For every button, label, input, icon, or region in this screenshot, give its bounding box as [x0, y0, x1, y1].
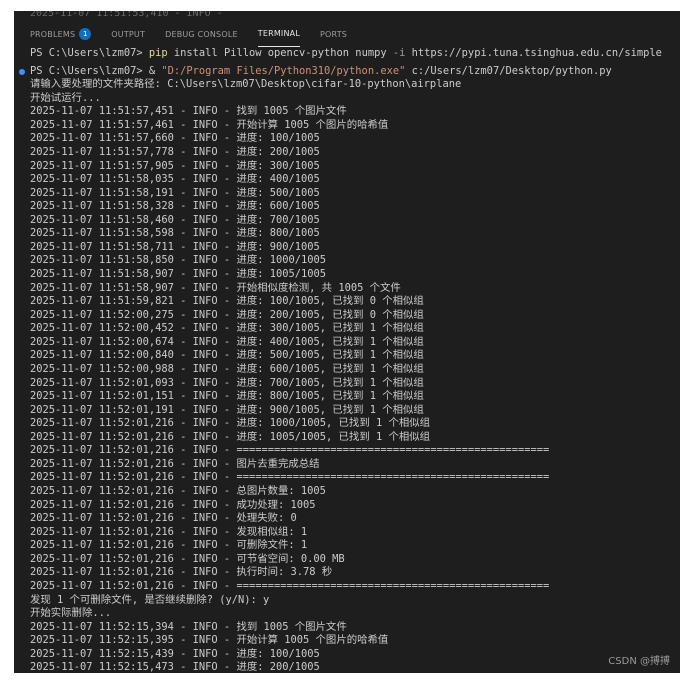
- terminal-line: 2025-11-07 11:51:58,460 - INFO - 进度: 700…: [30, 213, 320, 226]
- pip-command-line: PS C:\Users\lzm07> pip install Pillow op…: [14, 47, 680, 61]
- terminal-line: 2025-11-07 11:51:58,850 - INFO - 进度: 100…: [30, 254, 327, 267]
- terminal-line: 2025-11-07 11:52:01,216 - INFO - 成功处理: 1…: [30, 498, 316, 511]
- tab-terminal[interactable]: TERMINAL: [257, 21, 301, 47]
- terminal-line: 2025-11-07 11:51:58,035 - INFO - 进度: 400…: [30, 173, 320, 186]
- clipped-previous-output: 2025-11-07 11:51:53,410 - INFO -: [30, 11, 223, 19]
- terminal-line: 2025-11-07 11:52:00,452 - INFO - 进度: 300…: [30, 322, 424, 335]
- terminal-line: 2025-11-07 11:52:01,216 - INFO - 执行时间: 3…: [30, 566, 333, 579]
- terminal-line: 请输入要处理的文件夹路径: C:\Users\lzm07\Desktop\cif…: [30, 78, 462, 91]
- terminal-line: 2025-11-07 11:52:01,216 - INFO - 进度: 100…: [30, 417, 431, 430]
- terminal-line: 2025-11-07 11:52:00,840 - INFO - 进度: 500…: [30, 349, 424, 362]
- terminal-line: 2025-11-07 11:51:57,905 - INFO - 进度: 300…: [30, 159, 320, 172]
- tab-ports-label: PORTS: [320, 29, 348, 39]
- terminal-line: 2025-11-07 11:52:15,394 - INFO - 找到 1005…: [30, 620, 347, 633]
- script-path: c:/Users/lzm07/Desktop/python.py: [405, 64, 612, 77]
- terminal-line: 2025-11-07 11:52:01,216 - INFO - 可删除文件: …: [30, 539, 308, 552]
- command-args: install Pillow opencv-python numpy: [167, 47, 393, 59]
- terminal-line: 2025-11-07 11:51:58,191 - INFO - 进度: 500…: [30, 186, 320, 199]
- terminal-line: 2025-11-07 11:52:01,093 - INFO - 进度: 700…: [30, 376, 424, 389]
- terminal-line: 2025-11-07 11:51:58,711 - INFO - 进度: 900…: [30, 240, 320, 253]
- run-command-line: PS C:\Users\lzm07> & "D:/Program Files/P…: [14, 65, 680, 79]
- tab-problems[interactable]: PROBLEMS 1: [30, 21, 92, 47]
- terminal-line: 2025-11-07 11:52:00,674 - INFO - 进度: 400…: [30, 335, 424, 348]
- terminal-line: 开始实际删除...: [30, 607, 112, 620]
- tab-output-label: OUTPUT: [111, 29, 146, 39]
- tab-output[interactable]: OUTPUT: [111, 21, 145, 47]
- terminal-line: 2025-11-07 11:52:01,216 - INFO - 发现相似组: …: [30, 525, 308, 538]
- terminal-line: 2025-11-07 11:51:58,907 - INFO - 开始相似度检测…: [30, 281, 401, 294]
- prompt: PS C:\Users\lzm07>: [30, 64, 149, 77]
- terminal-line: 2025-11-07 11:52:01,216 - INFO - 进度: 100…: [30, 430, 431, 443]
- tab-debug-console[interactable]: DEBUG CONSOLE: [165, 21, 238, 47]
- tab-debug-console-label: DEBUG CONSOLE: [165, 29, 238, 39]
- terminal-line: 2025-11-07 11:51:57,461 - INFO - 开始计算 10…: [30, 118, 389, 131]
- terminal-line: 开始试运行...: [30, 91, 101, 104]
- terminal-output[interactable]: PS C:\Users\lzm07> pip install Pillow op…: [14, 47, 680, 673]
- command-status-dot-icon[interactable]: [19, 68, 25, 75]
- terminal-line: 2025-11-07 11:52:01,216 - INFO - =======…: [30, 471, 550, 484]
- terminal-line: 2025-11-07 11:52:15,395 - INFO - 开始计算 10…: [30, 634, 389, 647]
- tab-ports[interactable]: PORTS: [320, 21, 347, 47]
- terminal-line: 2025-11-07 11:52:00,275 - INFO - 进度: 200…: [30, 308, 424, 321]
- log-lines: 请输入要处理的文件夹路径: C:\Users\lzm07\Desktop\cif…: [14, 78, 680, 673]
- terminal-line: 2025-11-07 11:52:01,216 - INFO - 可节省空间: …: [30, 552, 345, 565]
- panel-tab-bar: PROBLEMS 1 OUTPUT DEBUG CONSOLE TERMINAL…: [14, 21, 680, 47]
- terminal-line: 2025-11-07 11:51:58,328 - INFO - 进度: 600…: [30, 200, 320, 213]
- terminal-line: 2025-11-07 11:52:01,216 - INFO - =======…: [30, 579, 550, 592]
- command-url: https://pypi.tuna.tsinghua.edu.cn/simple: [405, 47, 662, 59]
- terminal-line: 2025-11-07 11:52:01,216 - INFO - 总图片数量: …: [30, 485, 326, 497]
- vscode-panel: 2025-11-07 11:51:53,410 - INFO - PROBLEM…: [14, 11, 680, 673]
- terminal-line: 2025-11-07 11:51:57,451 - INFO - 找到 1005…: [30, 105, 347, 118]
- terminal-line: 2025-11-07 11:51:57,660 - INFO - 进度: 100…: [30, 132, 320, 145]
- tab-terminal-label: TERMINAL: [257, 29, 301, 38]
- tab-problems-label: PROBLEMS: [30, 29, 76, 39]
- terminal-line: 2025-11-07 11:52:15,473 - INFO - 进度: 200…: [30, 661, 320, 673]
- problems-count-badge: 1: [79, 28, 92, 40]
- python-exe-path: "D:/Program Files/Python310/python.exe": [161, 64, 406, 77]
- command-flag: -i: [392, 47, 406, 59]
- terminal-line: 2025-11-07 11:52:01,151 - INFO - 进度: 800…: [30, 390, 424, 403]
- terminal-line: 2025-11-07 11:51:58,907 - INFO - 进度: 100…: [30, 268, 327, 280]
- terminal-line: 2025-11-07 11:52:01,216 - INFO - 图片去重完成总…: [30, 457, 320, 470]
- terminal-line: 2025-11-07 11:52:01,216 - INFO - =======…: [30, 444, 550, 457]
- terminal-line: 2025-11-07 11:52:01,216 - INFO - 处理失败: 0: [30, 512, 297, 525]
- terminal-line: 2025-11-07 11:51:59,821 - INFO - 进度: 100…: [30, 295, 424, 308]
- terminal-line: 2025-11-07 11:51:57,778 - INFO - 进度: 200…: [30, 145, 320, 158]
- call-operator: &: [148, 64, 162, 77]
- terminal-line: 2025-11-07 11:51:58,598 - INFO - 进度: 800…: [30, 227, 320, 240]
- command-name: pip: [148, 47, 168, 59]
- terminal-line: 2025-11-07 11:52:15,439 - INFO - 进度: 100…: [30, 647, 320, 660]
- terminal-line: 发现 1 个可删除文件, 是否继续删除? (y/N): y: [30, 593, 270, 606]
- prompt: PS C:\Users\lzm07>: [30, 47, 149, 59]
- terminal-line: 2025-11-07 11:52:01,191 - INFO - 进度: 900…: [30, 403, 424, 416]
- terminal-line: 2025-11-07 11:52:00,988 - INFO - 进度: 600…: [30, 362, 424, 375]
- csdn-watermark: CSDN @搏搏: [608, 656, 670, 667]
